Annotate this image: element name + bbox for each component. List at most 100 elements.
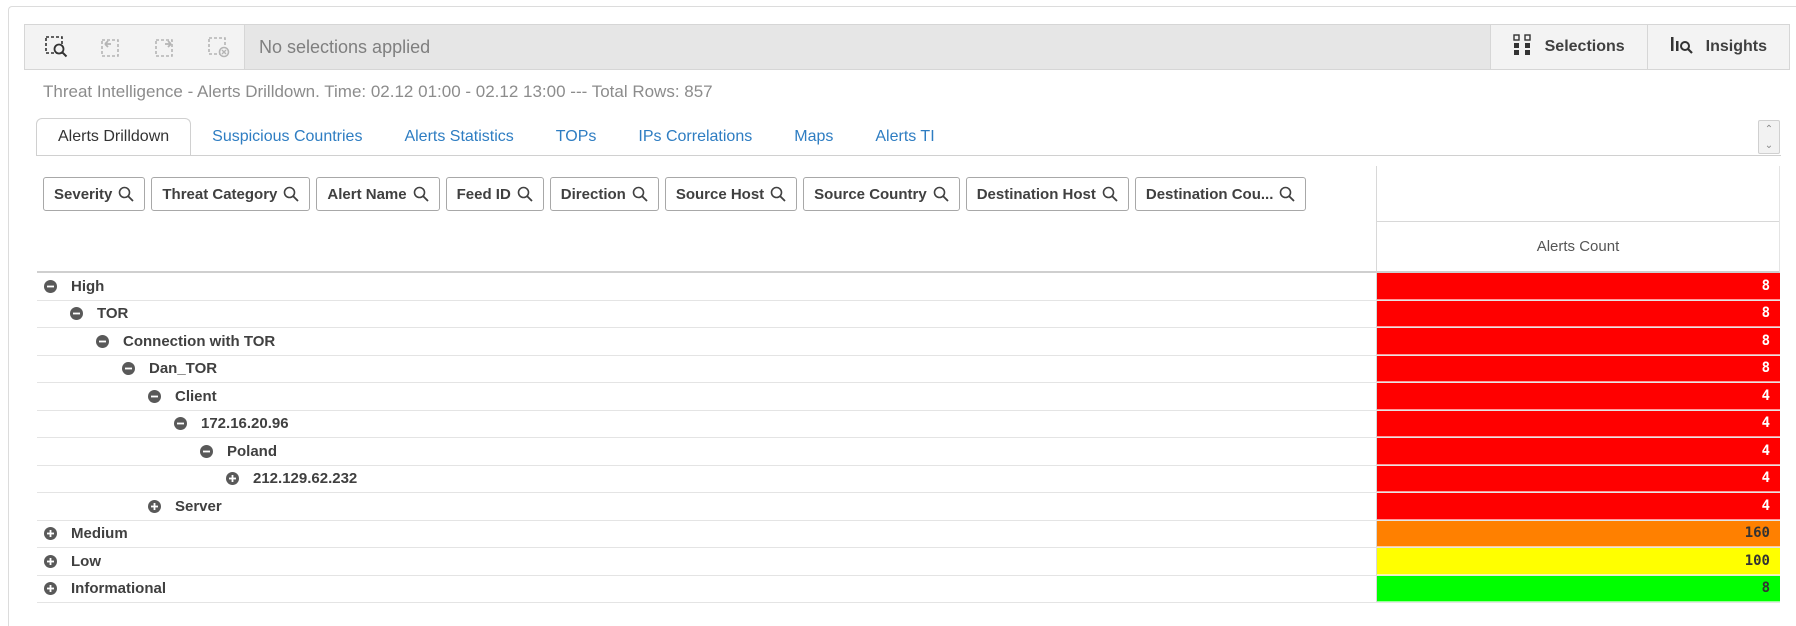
tab-alerts-drilldown[interactable]: Alerts Drilldown (36, 118, 192, 156)
tab-alerts-statistics[interactable]: Alerts Statistics (383, 118, 534, 156)
dimension-chip-source-country[interactable]: Source Country (803, 177, 960, 211)
expand-icon[interactable] (44, 527, 57, 541)
step-forward-icon[interactable] (145, 31, 185, 63)
chevron-up-icon[interactable]: ⌃ (1765, 124, 1773, 135)
selections-button[interactable]: Selections (1489, 25, 1647, 69)
tab-divider (36, 155, 1781, 156)
dimension-label: Feed ID (456, 185, 511, 203)
alerts-count-cell: 160 (1377, 520, 1780, 547)
table-row: Poland 4 (37, 438, 1780, 466)
dimension-chip-destination-host[interactable]: Destination Host (965, 177, 1129, 211)
row-label[interactable]: Informational (71, 580, 166, 597)
table-row: 212.129.62.232 4 (37, 465, 1780, 493)
alerts-count-cell: 8 (1377, 273, 1780, 300)
search-icon[interactable] (1102, 186, 1118, 202)
row-label-cell: Dan_TOR (37, 355, 1377, 382)
dimension-label: Source Host (675, 185, 765, 203)
table-row: Low 100 (37, 548, 1780, 576)
row-label-cell: Low (37, 548, 1377, 575)
search-icon[interactable] (517, 186, 533, 202)
dimension-chip-direction[interactable]: Direction (549, 177, 659, 211)
collapse-icon[interactable] (200, 444, 213, 458)
row-label[interactable]: Low (71, 553, 101, 570)
tab-suspicious-countries[interactable]: Suspicious Countries (191, 118, 383, 156)
alerts-count-cell: 8 (1377, 300, 1780, 327)
table-row: Connection with TOR 8 (37, 328, 1780, 356)
dimension-chip-source-host[interactable]: Source Host (664, 177, 798, 211)
dimension-chip-feed-id[interactable]: Feed ID (445, 177, 544, 211)
table-row: Informational 8 (37, 575, 1780, 603)
search-icon[interactable] (118, 186, 135, 202)
row-label[interactable]: Medium (71, 525, 128, 542)
smart-search-icon[interactable] (37, 31, 77, 63)
row-label[interactable]: Server (175, 498, 222, 515)
row-label[interactable]: Client (175, 388, 217, 405)
insights-button[interactable]: Insights (1646, 25, 1789, 69)
dimension-label: Threat Category (162, 185, 278, 203)
insights-icon (1670, 35, 1694, 60)
collapse-icon[interactable] (44, 279, 57, 293)
tab-tops[interactable]: TOPs (535, 118, 618, 156)
search-icon[interactable] (632, 186, 648, 202)
sheet-subtitle: Threat Intelligence - Alerts Drilldown. … (43, 82, 713, 101)
measure-header: Alerts Count (1377, 166, 1780, 273)
alerts-count-cell: 8 (1377, 355, 1780, 382)
dimension-label: Source Country (814, 185, 927, 203)
row-label-cell: 212.129.62.232 (37, 465, 1377, 492)
row-label-cell: TOR (37, 300, 1377, 327)
table-row: Medium 160 (37, 520, 1780, 548)
table-row: 172.16.20.96 4 (37, 410, 1780, 438)
dimension-chips: Severity Threat Category Alert Name Feed ID… (43, 177, 1307, 211)
dimension-chip-severity[interactable]: Severity (43, 177, 146, 211)
dimension-chip-destination-cou[interactable]: Destination Cou... (1134, 177, 1307, 211)
collapse-icon[interactable] (174, 417, 187, 431)
row-label-cell: Server (37, 493, 1377, 520)
step-back-icon[interactable] (91, 31, 131, 63)
dimension-label: Destination Host (976, 185, 1096, 203)
dimension-chip-threat-category[interactable]: Threat Category (151, 177, 311, 211)
search-icon[interactable] (770, 186, 786, 202)
row-label[interactable]: Dan_TOR (149, 360, 217, 377)
dimension-chip-alert-name[interactable]: Alert Name (316, 177, 440, 211)
expand-icon[interactable] (148, 499, 161, 513)
tab-alerts-ti[interactable]: Alerts TI (854, 118, 955, 156)
tab-maps[interactable]: Maps (773, 118, 854, 156)
selections-toolbar: No selections applied Selections Insight… (24, 24, 1790, 70)
tab-scroll-control[interactable]: ⌃ ⌄ (1758, 120, 1780, 154)
collapse-icon[interactable] (148, 389, 161, 403)
row-label[interactable]: High (71, 278, 104, 295)
alerts-count-cell: 8 (1377, 575, 1780, 602)
collapse-icon[interactable] (122, 362, 135, 376)
row-label[interactable]: Connection with TOR (123, 333, 275, 350)
table-row: Client 4 (37, 383, 1780, 411)
search-icon[interactable] (1279, 186, 1296, 202)
expand-icon[interactable] (226, 472, 239, 486)
alerts-count-cell: 4 (1377, 493, 1780, 520)
measure-label[interactable]: Alerts Count (1377, 222, 1779, 271)
insights-label: Insights (1705, 38, 1767, 55)
collapse-icon[interactable] (70, 307, 83, 321)
search-icon[interactable] (413, 186, 429, 202)
row-label[interactable]: Poland (227, 443, 277, 460)
expand-icon[interactable] (44, 554, 57, 568)
dimension-label: Direction (560, 185, 626, 203)
dimension-header: Severity Threat Category Alert Name Feed ID… (37, 166, 1377, 273)
row-label-cell: Client (37, 383, 1377, 410)
dimension-label: Alert Name (327, 185, 407, 203)
row-label-cell: Informational (37, 575, 1377, 602)
row-label[interactable]: 172.16.20.96 (201, 415, 289, 432)
alerts-count-cell: 4 (1377, 410, 1780, 437)
tab-ips-correlations[interactable]: IPs Correlations (617, 118, 773, 156)
row-label-cell: Poland (37, 438, 1377, 465)
clear-selections-icon[interactable] (199, 31, 239, 63)
row-label[interactable]: TOR (97, 305, 128, 322)
row-label-cell: 172.16.20.96 (37, 410, 1377, 437)
row-label[interactable]: 212.129.62.232 (253, 470, 357, 487)
collapse-icon[interactable] (96, 334, 109, 348)
search-icon[interactable] (933, 186, 949, 202)
search-icon[interactable] (283, 186, 300, 202)
table-body: High 8 TOR 8 Connection with TOR 8 Dan_TOR 8 Cli… (37, 273, 1780, 603)
alerts-count-cell: 8 (1377, 328, 1780, 355)
expand-icon[interactable] (44, 582, 57, 596)
chevron-down-icon[interactable]: ⌄ (1765, 140, 1773, 151)
